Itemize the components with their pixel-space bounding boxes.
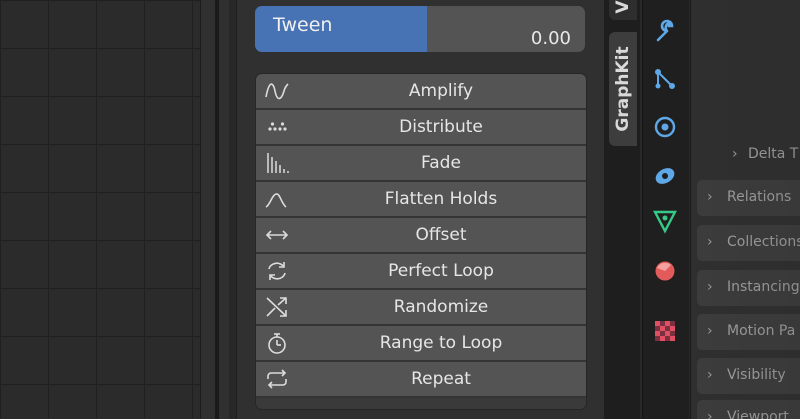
randomize-label: Randomize (393, 297, 489, 317)
amplify-icon (264, 79, 290, 103)
viewport-display-label: Viewport (727, 409, 789, 419)
relations-panel-header[interactable]: › Relations (697, 180, 800, 216)
fade-label: Fade (421, 153, 461, 173)
chevron-right-icon: › (707, 367, 713, 383)
motion-paths-label: Motion Pa (727, 323, 796, 339)
flatten-holds-label: Flatten Holds (384, 189, 498, 209)
repeat-button[interactable]: Repeat (256, 362, 586, 398)
tween-value: 0.00 (530, 28, 571, 49)
instancing-label: Instancing (727, 279, 800, 295)
texture-icon[interactable] (652, 318, 678, 344)
instancing-panel-header[interactable]: › Instancing (697, 270, 800, 306)
amplify-label: Amplify (408, 81, 474, 101)
flatten-holds-icon (264, 187, 290, 211)
offset-label: Offset (415, 225, 467, 245)
tab-graphkit[interactable]: GraphKit (609, 32, 637, 146)
chevron-right-icon: › (707, 234, 713, 250)
distribute-label: Distribute (399, 117, 483, 137)
object-data-icon[interactable] (652, 162, 678, 188)
collections-panel-header[interactable]: › Collections (697, 225, 800, 261)
range-to-loop-label: Range to Loop (379, 333, 503, 353)
amplify-button[interactable]: Amplify (256, 74, 586, 110)
graph-editor-scrollbar[interactable] (200, 0, 229, 419)
distribute-button[interactable]: Distribute (256, 110, 586, 146)
flatten-holds-button[interactable]: Flatten Holds (256, 182, 586, 218)
collections-label: Collections (727, 234, 800, 250)
perfect-loop-icon (264, 259, 290, 283)
chevron-right-icon: › (732, 146, 738, 162)
range-to-loop-button[interactable]: Range to Loop (256, 326, 586, 362)
range-to-loop-icon (264, 331, 290, 355)
tab-graphkit-label: GraphKit (613, 46, 633, 132)
relations-label: Relations (727, 189, 792, 205)
physics-icon[interactable] (652, 114, 678, 140)
fade-icon (264, 151, 290, 175)
tween-label: Tween (273, 14, 333, 36)
repeat-label: Repeat (411, 369, 471, 389)
graph-editor-canvas[interactable] (0, 0, 200, 419)
tween-slider[interactable]: Tween 0.00 (255, 6, 585, 52)
randomize-button[interactable]: Randomize (256, 290, 586, 326)
object-constraint-icon[interactable] (652, 66, 678, 92)
material-icon[interactable] (652, 258, 678, 284)
blender-editor: Tween 0.00 Amplify Distribute Fade Flatt… (0, 0, 800, 419)
tool-wrench-icon[interactable] (652, 18, 678, 44)
chevron-right-icon: › (707, 409, 713, 419)
chevron-right-icon: › (707, 323, 713, 339)
perfect-loop-button[interactable]: Perfect Loop (256, 254, 586, 290)
distribute-icon (264, 115, 290, 139)
visibility-label: Visibility (727, 367, 786, 383)
visibility-panel-header[interactable]: › Visibility (697, 358, 800, 394)
repeat-icon (264, 367, 290, 391)
mesh-data-icon[interactable] (652, 208, 678, 234)
motion-paths-panel-header[interactable]: › Motion Pa (697, 314, 800, 350)
viewport-display-panel-header[interactable]: › Viewport (697, 400, 800, 419)
randomize-icon (264, 295, 290, 319)
delta-transform-label: Delta T (748, 146, 799, 162)
fade-button[interactable]: Fade (256, 146, 586, 182)
tab-view-partial[interactable]: V (609, 0, 637, 20)
chevron-right-icon: › (707, 189, 713, 205)
tab-view-partial-label: V (613, 0, 633, 14)
perfect-loop-label: Perfect Loop (388, 261, 494, 281)
chevron-right-icon: › (707, 279, 713, 295)
offset-icon (264, 223, 290, 247)
operator-list: Amplify Distribute Fade Flatten Holds Of… (255, 73, 587, 410)
delta-transform-row[interactable]: › Delta T (724, 140, 800, 170)
offset-button[interactable]: Offset (256, 218, 586, 254)
